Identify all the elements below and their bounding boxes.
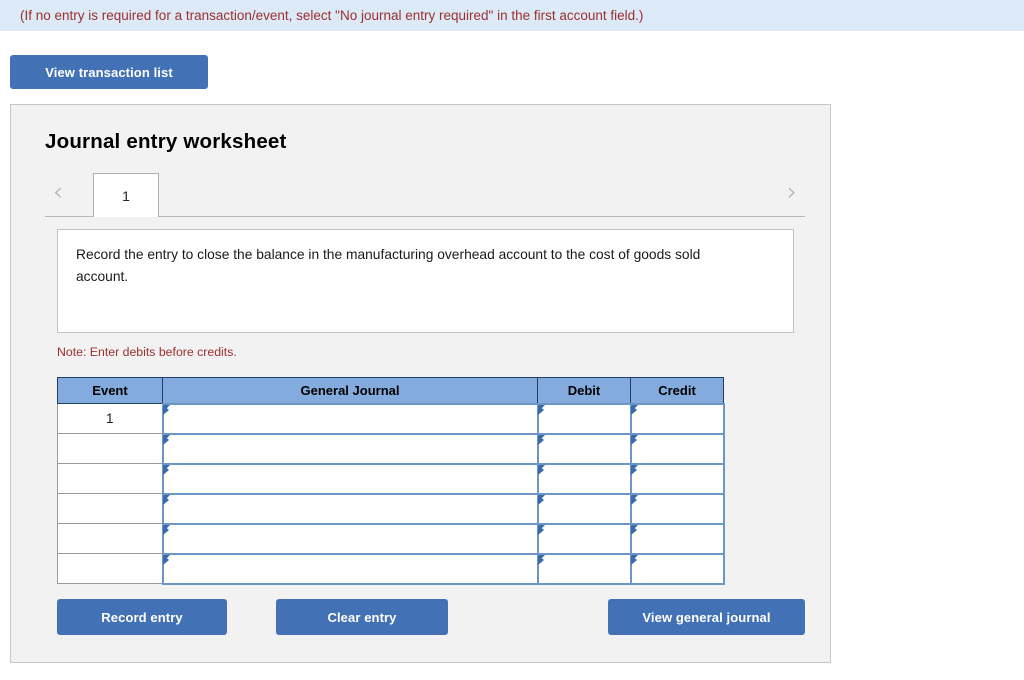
- general-journal-input[interactable]: [163, 524, 537, 553]
- dropdown-marker-icon: [537, 554, 545, 565]
- credit-input[interactable]: [631, 494, 723, 523]
- debit-input[interactable]: [538, 524, 630, 553]
- general-journal-input[interactable]: [163, 434, 537, 463]
- cell-general-journal[interactable]: [161, 432, 539, 465]
- dropdown-marker-icon: [630, 524, 638, 535]
- dropdown-marker-icon: [537, 434, 545, 445]
- dropdown-marker-icon: [630, 494, 638, 505]
- debit-input[interactable]: [538, 554, 630, 583]
- journal-entry-table: Event General Journal Debit Credit 1: [57, 377, 725, 585]
- debit-input[interactable]: [538, 494, 630, 523]
- cell-general-journal[interactable]: [161, 462, 539, 495]
- dropdown-marker-icon: [537, 494, 545, 505]
- dropdown-marker-icon: [162, 464, 170, 475]
- cell-credit[interactable]: [629, 462, 725, 495]
- cell-event: 1: [57, 403, 163, 434]
- credit-input[interactable]: [631, 524, 723, 553]
- cell-credit[interactable]: [629, 432, 725, 465]
- general-journal-input[interactable]: [163, 554, 537, 583]
- table-header-row: Event General Journal Debit Credit: [57, 377, 724, 404]
- table-row: [57, 522, 725, 555]
- credit-input[interactable]: [631, 554, 723, 583]
- cell-general-journal[interactable]: [161, 552, 539, 585]
- clear-entry-button[interactable]: Clear entry: [276, 599, 448, 635]
- table-row: 1: [57, 402, 725, 435]
- cell-event: [57, 553, 163, 584]
- record-entry-button[interactable]: Record entry: [57, 599, 227, 635]
- dropdown-marker-icon: [162, 404, 170, 415]
- cell-event: [57, 523, 163, 554]
- general-journal-input[interactable]: [163, 404, 537, 433]
- cell-general-journal[interactable]: [161, 492, 539, 525]
- cell-general-journal[interactable]: [161, 402, 539, 435]
- cell-credit[interactable]: [629, 522, 725, 555]
- cell-debit[interactable]: [536, 492, 632, 525]
- cell-event: [57, 433, 163, 464]
- journal-table-body: 1: [57, 402, 725, 585]
- cell-debit[interactable]: [536, 522, 632, 555]
- cell-credit[interactable]: [629, 492, 725, 525]
- notice-text: (If no entry is required for a transacti…: [20, 7, 644, 23]
- page-title: Journal entry worksheet: [45, 130, 287, 153]
- journal-entry-worksheet-panel: Journal entry worksheet ‹ 1 › Record the…: [10, 104, 831, 663]
- chevron-right-icon[interactable]: ›: [779, 178, 805, 206]
- column-header-debit: Debit: [537, 377, 631, 404]
- instruction-box: Record the entry to close the balance in…: [57, 229, 794, 333]
- cell-event: [57, 493, 163, 524]
- instruction-text: Record the entry to close the balance in…: [76, 247, 701, 285]
- credit-input[interactable]: [631, 434, 723, 463]
- table-row: [57, 552, 725, 585]
- credit-input[interactable]: [631, 404, 723, 433]
- dropdown-marker-icon: [630, 404, 638, 415]
- dropdown-marker-icon: [630, 434, 638, 445]
- dropdown-marker-icon: [630, 554, 638, 565]
- tab-underline: [45, 216, 805, 217]
- chevron-left-icon[interactable]: ‹: [45, 178, 71, 206]
- cell-debit[interactable]: [536, 432, 632, 465]
- table-row: [57, 492, 725, 525]
- column-header-credit: Credit: [630, 377, 724, 404]
- general-journal-input[interactable]: [163, 494, 537, 523]
- table-row: [57, 432, 725, 465]
- debit-input[interactable]: [538, 434, 630, 463]
- dropdown-marker-icon: [537, 464, 545, 475]
- dropdown-marker-icon: [537, 524, 545, 535]
- dropdown-marker-icon: [630, 464, 638, 475]
- worksheet-tab-strip: ‹ 1 ›: [45, 169, 805, 217]
- cell-event: [57, 463, 163, 494]
- table-row: [57, 462, 725, 495]
- dropdown-marker-icon: [162, 434, 170, 445]
- view-general-journal-button[interactable]: View general journal: [608, 599, 805, 635]
- tab-entry-1[interactable]: 1: [93, 173, 159, 217]
- cell-credit[interactable]: [629, 402, 725, 435]
- worksheet-actions: Record entry Clear entry View general jo…: [57, 599, 817, 635]
- column-header-event: Event: [57, 377, 163, 404]
- cell-debit[interactable]: [536, 462, 632, 495]
- cell-debit[interactable]: [536, 552, 632, 585]
- cell-debit[interactable]: [536, 402, 632, 435]
- notice-banner: (If no entry is required for a transacti…: [0, 0, 1024, 31]
- general-journal-input[interactable]: [163, 464, 537, 493]
- dropdown-marker-icon: [162, 554, 170, 565]
- debit-input[interactable]: [538, 464, 630, 493]
- column-header-general-journal: General Journal: [162, 377, 538, 404]
- debits-before-credits-note: Note: Enter debits before credits.: [57, 345, 237, 359]
- view-transaction-list-button[interactable]: View transaction list: [10, 55, 208, 89]
- cell-credit[interactable]: [629, 552, 725, 585]
- credit-input[interactable]: [631, 464, 723, 493]
- cell-general-journal[interactable]: [161, 522, 539, 555]
- dropdown-marker-icon: [162, 524, 170, 535]
- dropdown-marker-icon: [537, 404, 545, 415]
- debit-input[interactable]: [538, 404, 630, 433]
- dropdown-marker-icon: [162, 494, 170, 505]
